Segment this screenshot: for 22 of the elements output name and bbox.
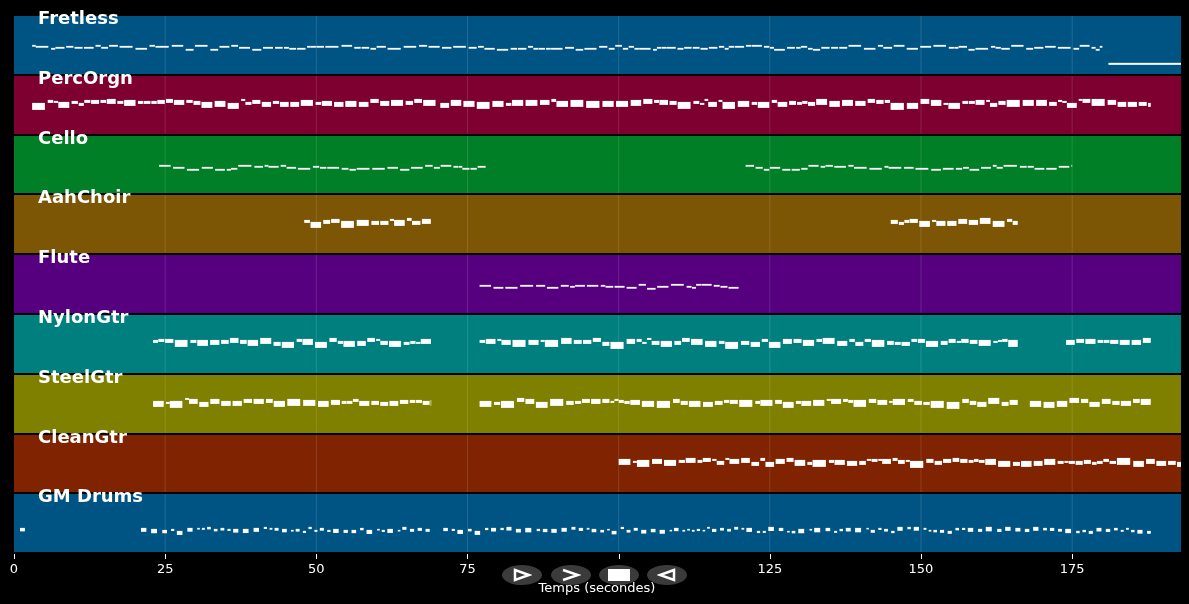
axis-tick-label: 25 xyxy=(156,561,174,577)
track-name: PercOrgn xyxy=(38,66,133,89)
track-name: GM Drums xyxy=(38,485,144,508)
track-name: SteelGtr xyxy=(38,365,123,388)
axis-tick-label: 0 xyxy=(9,561,19,577)
axis-tick-label: 75 xyxy=(459,561,476,577)
stop-icon xyxy=(608,569,630,581)
track-name: CleanGtr xyxy=(38,425,127,448)
play-icon xyxy=(512,568,532,582)
axis-tick-label: 175 xyxy=(1059,561,1085,577)
axis-label: Temps (secondes) xyxy=(538,580,656,596)
chevron-right-icon xyxy=(561,568,581,582)
play-button[interactable] xyxy=(502,565,542,585)
axis-tick-label: 50 xyxy=(308,561,325,577)
track-name: Flute xyxy=(38,246,91,269)
track-name: NylonGtr xyxy=(38,306,129,328)
triangle-left-icon xyxy=(657,568,677,582)
track-name: Cello xyxy=(38,126,89,149)
axis-tick-label: 150 xyxy=(908,561,934,577)
track-name: Fretless xyxy=(38,7,119,29)
track-name: AahChoir xyxy=(38,186,131,209)
axis-tick-label: 125 xyxy=(757,561,783,577)
